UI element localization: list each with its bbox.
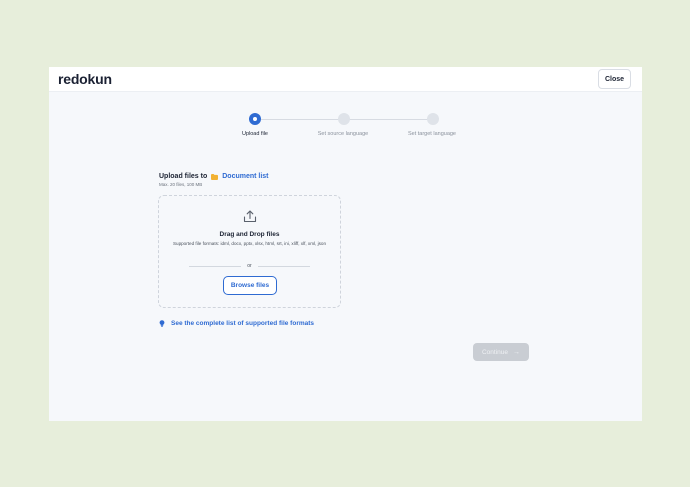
upload-title-prefix: Upload files to: [159, 173, 208, 180]
supported-formats-link[interactable]: See the complete list of supported file …: [159, 320, 314, 327]
supported-formats-link-label: See the complete list of supported file …: [171, 320, 315, 327]
upload-title: Upload files to Document list: [159, 173, 269, 180]
step-1-indicator: [249, 113, 261, 125]
supported-formats-text: Supported file formats: idml, docx, pptx…: [172, 241, 327, 246]
upload-dialog: redokun Close Upload file Set source lan…: [49, 67, 642, 421]
or-divider: or: [189, 262, 311, 270]
step-3-indicator: [427, 113, 439, 125]
step-1-label: Upload file: [242, 131, 268, 137]
step-3-label: Set target language: [407, 131, 456, 137]
browse-files-button[interactable]: Browse files: [223, 276, 277, 295]
close-button[interactable]: Close: [598, 69, 631, 89]
folder-icon: [211, 173, 219, 180]
file-dropzone[interactable]: Drag and Drop files Supported file forma…: [158, 195, 341, 308]
upload-limits: Max. 20 files, 100 MB: [159, 182, 203, 187]
step-2-indicator: [338, 113, 350, 125]
continue-label: Continue: [481, 348, 509, 356]
step-connector: [261, 118, 343, 120]
step-connector: [349, 118, 429, 120]
lightbulb-icon: [159, 320, 165, 327]
dropzone-title: Drag and Drop files: [219, 231, 280, 238]
document-list-link[interactable]: Document list: [222, 173, 268, 180]
logo: redokun: [58, 71, 112, 87]
continue-button[interactable]: Continue →: [473, 343, 529, 361]
top-bar: redokun Close: [49, 67, 642, 92]
or-label: or: [247, 263, 252, 269]
step-2-label: Set source language: [317, 131, 369, 137]
upload-icon: [243, 210, 257, 223]
arrow-right-icon: →: [513, 348, 521, 356]
